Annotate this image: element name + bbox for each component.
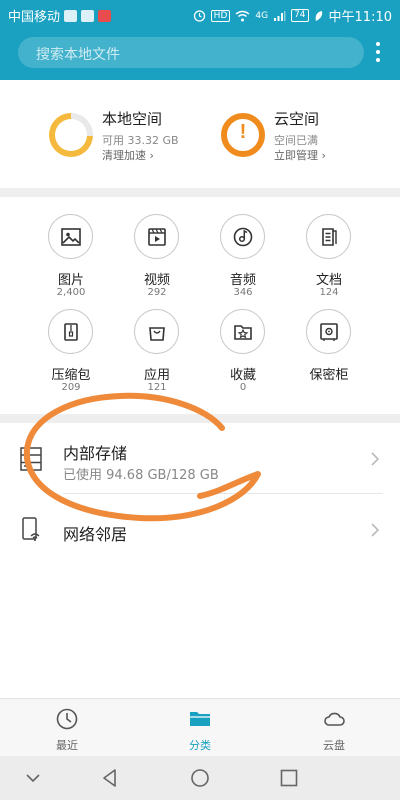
star-folder-icon xyxy=(220,309,265,354)
alarm-icon xyxy=(193,10,205,22)
network-type: 4G xyxy=(255,10,269,21)
category-images[interactable]: 图片 2,400 xyxy=(27,214,115,309)
category-documents[interactable]: 文档 124 xyxy=(285,214,373,309)
category-label: 视频 xyxy=(143,273,170,288)
category-label: 图片 xyxy=(57,273,84,288)
category-count: 2,400 xyxy=(56,287,86,298)
notification-icon xyxy=(64,9,78,22)
category-label: 应用 xyxy=(143,368,170,383)
leaf-icon xyxy=(315,10,322,21)
category-label: 音频 xyxy=(229,273,256,288)
nav-tab-categories[interactable]: 分类 xyxy=(155,707,245,755)
cloud-space-title: 云空间 xyxy=(274,110,320,128)
signal-icon xyxy=(274,10,286,21)
notification-icon xyxy=(98,9,112,22)
bottom-navigation: 最近 分类 云盘 xyxy=(0,698,400,756)
wifi-icon xyxy=(235,10,250,21)
category-count: 121 xyxy=(147,382,167,393)
safe-icon xyxy=(306,309,351,354)
category-safe[interactable]: 保密柜 xyxy=(285,309,373,404)
manage-now-link[interactable]: 立即管理 › xyxy=(274,147,326,163)
internal-storage-row[interactable]: 内部存储 已使用 94.68 GB/128 GB xyxy=(0,423,400,494)
home-icon[interactable] xyxy=(188,766,212,790)
recent-apps-icon[interactable] xyxy=(277,766,301,790)
category-count: 346 xyxy=(233,287,253,298)
battery-indicator: 74 xyxy=(291,9,309,22)
status-right: HD 4G 74 中午11:10 xyxy=(193,6,392,25)
image-icon xyxy=(48,214,93,259)
status-left: 中国移动 xyxy=(8,6,112,25)
category-label: 压缩包 xyxy=(51,368,91,383)
clock-icon xyxy=(56,708,78,730)
category-count: 124 xyxy=(319,287,339,298)
internal-storage-title: 内部存储 xyxy=(63,444,128,463)
local-space-available: 可用 33.32 GB xyxy=(102,134,179,147)
chevron-right-icon xyxy=(371,452,380,466)
app-header: 中国移动 HD 4G 74 中午11:10 搜索本地文件 xyxy=(0,0,400,80)
network-neighborhood-row[interactable]: 网络邻居 xyxy=(0,494,400,566)
storage-drive-icon xyxy=(20,447,42,471)
search-input[interactable]: 搜索本地文件 xyxy=(18,37,364,68)
chevron-right-icon: › xyxy=(321,149,326,162)
cloud-space-status: 空间已满 xyxy=(274,134,318,147)
nav-tab-recent[interactable]: 最近 xyxy=(22,707,112,755)
video-icon xyxy=(134,214,179,259)
category-label: 收藏 xyxy=(229,368,256,383)
hd-icon: HD xyxy=(210,9,231,22)
carrier-name: 中国移动 xyxy=(8,10,61,25)
category-videos[interactable]: 视频 292 xyxy=(113,214,201,309)
chevron-right-icon xyxy=(371,523,380,537)
section-divider xyxy=(0,188,400,197)
nav-label: 云盘 xyxy=(323,739,345,752)
shopping-bag-icon xyxy=(134,309,179,354)
nav-tab-cloud-drive[interactable]: 云盘 xyxy=(289,707,379,755)
system-navigation-bar xyxy=(0,756,400,800)
section-divider xyxy=(0,414,400,423)
category-label: 保密柜 xyxy=(309,368,349,383)
search-placeholder: 搜索本地文件 xyxy=(36,47,120,63)
clean-speedup-label: 清理加速 xyxy=(102,149,146,162)
folder-icon xyxy=(190,712,210,726)
cloud-space-warning-icon: ! xyxy=(221,113,265,157)
category-favorites[interactable]: 收藏 0 xyxy=(199,309,287,404)
chevron-down-icon[interactable] xyxy=(21,766,45,790)
clock-time: 中午11:10 xyxy=(328,10,392,25)
clean-speedup-link[interactable]: 清理加速 › xyxy=(102,147,154,163)
more-options-icon[interactable] xyxy=(372,40,384,64)
cloud-icon xyxy=(324,712,345,726)
back-icon[interactable] xyxy=(98,766,122,790)
archive-icon xyxy=(48,309,93,354)
category-apps[interactable]: 应用 121 xyxy=(113,309,201,404)
document-icon xyxy=(306,214,351,259)
status-bar: 中国移动 HD 4G 74 中午11:10 xyxy=(0,0,400,28)
category-label: 文档 xyxy=(315,273,342,288)
local-space-ring-icon xyxy=(49,113,93,157)
network-neighborhood-title: 网络邻居 xyxy=(63,525,128,544)
category-count: 0 xyxy=(239,382,247,393)
nav-label: 分类 xyxy=(189,739,211,752)
notification-icon xyxy=(81,9,95,22)
chevron-right-icon: › xyxy=(149,149,154,162)
category-count: 292 xyxy=(147,287,167,298)
storage-summary: 本地空间 可用 33.32 GB 清理加速 › ! 云空间 空间已满 立即管理 … xyxy=(0,80,400,188)
category-archives[interactable]: 压缩包 209 xyxy=(27,309,115,404)
category-audio[interactable]: 音频 346 xyxy=(199,214,287,309)
nav-label: 最近 xyxy=(56,739,78,752)
local-space-title: 本地空间 xyxy=(102,110,163,128)
network-device-icon xyxy=(22,517,40,541)
internal-storage-usage: 已使用 94.68 GB/128 GB xyxy=(63,468,219,483)
category-count: 209 xyxy=(61,382,81,393)
music-icon xyxy=(220,214,265,259)
manage-now-label: 立即管理 xyxy=(274,149,318,162)
